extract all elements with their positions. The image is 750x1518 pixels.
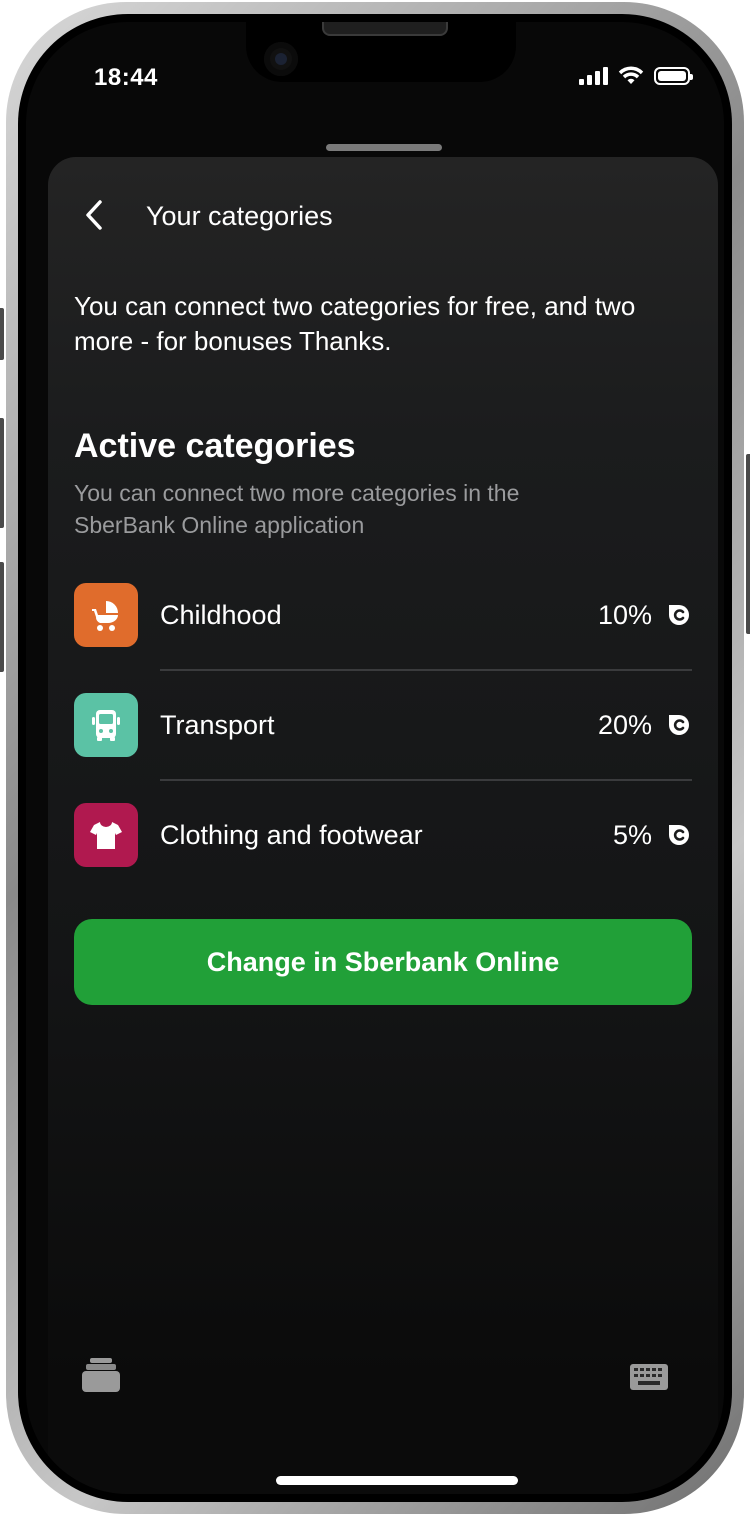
page-title: Your categories xyxy=(146,201,333,231)
category-list: Childhood 10% Transport 20% Clothing and… xyxy=(74,582,692,912)
bus-icon xyxy=(74,693,138,757)
screen: 18:44 Your categories You can connect tw… xyxy=(26,22,724,1494)
keyboard-icon xyxy=(630,1364,668,1390)
back-button[interactable] xyxy=(74,195,114,235)
intro-text: You can connect two categories for free,… xyxy=(74,291,636,356)
keyboard-button[interactable] xyxy=(630,1364,668,1395)
sberspasibo-bonus-icon xyxy=(669,825,689,845)
sberspasibo-bonus-icon xyxy=(669,605,689,625)
signal-icon xyxy=(579,67,608,85)
category-name: Clothing and footwear xyxy=(160,820,423,850)
category-percent: 20% xyxy=(597,710,652,740)
side-button-volume-up xyxy=(0,418,4,528)
keyboard-dismiss-icon xyxy=(82,1358,120,1392)
change-in-sberbank-online-button[interactable]: Change in Sberbank Online xyxy=(74,919,692,1005)
sheet-header: Your categories xyxy=(48,157,718,267)
section-title: Active categories xyxy=(74,427,356,465)
phone-bezel: 18:44 Your categories You can connect tw… xyxy=(18,14,732,1502)
categories-sheet: Your categories You can connect two cate… xyxy=(48,157,718,1494)
divider xyxy=(160,669,692,671)
home-indicator[interactable] xyxy=(276,1476,518,1485)
tshirt-icon xyxy=(74,803,138,867)
side-button-silent xyxy=(0,308,4,360)
speaker-grille xyxy=(322,22,448,36)
front-camera xyxy=(264,42,298,76)
status-icons xyxy=(579,66,693,86)
battery-icon xyxy=(654,67,693,85)
sheet-grabber[interactable] xyxy=(326,144,442,151)
category-percent: 10% xyxy=(597,600,652,630)
sberspasibo-bonus-icon xyxy=(669,715,689,735)
category-percent: 5% xyxy=(612,820,652,850)
chevron-left-icon xyxy=(86,200,102,230)
status-time: 18:44 xyxy=(94,64,158,91)
category-item-childhood[interactable]: Childhood 10% xyxy=(74,582,692,692)
stroller-icon xyxy=(74,583,138,647)
category-name: Transport xyxy=(160,710,275,740)
phone-frame: 18:44 Your categories You can connect tw… xyxy=(0,2,750,1514)
side-button-volume-down xyxy=(0,562,4,672)
category-item-transport[interactable]: Transport 20% xyxy=(74,692,692,802)
divider xyxy=(160,779,692,781)
category-name: Childhood xyxy=(160,600,282,630)
category-item-clothing[interactable]: Clothing and footwear 5% xyxy=(74,802,692,912)
wifi-icon xyxy=(618,66,644,84)
section-subtitle: You can connect two more categories in t… xyxy=(74,480,520,538)
keyboard-dismiss-button[interactable] xyxy=(82,1358,120,1397)
side-button-power xyxy=(746,454,750,634)
